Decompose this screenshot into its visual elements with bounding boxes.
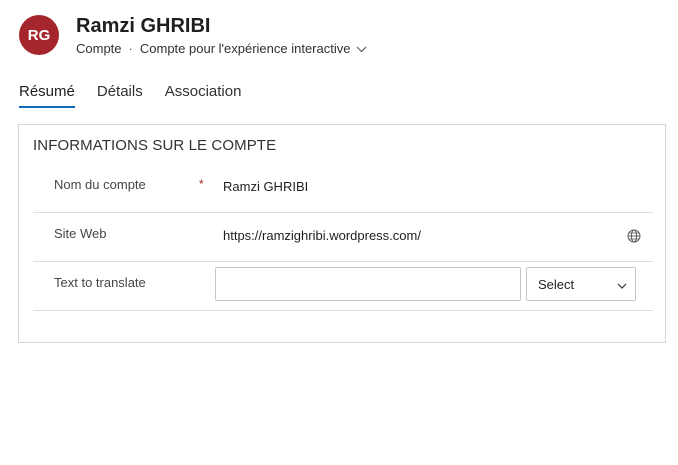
avatar: RG [19,15,59,55]
form-name: Compte pour l'expérience interactive [139,41,351,56]
record-page: RG Ramzi GHRIBI Compte · Compte pour l'e… [0,0,678,465]
tab-list: Résumé Détails Association [19,82,263,108]
record-header: RG Ramzi GHRIBI Compte · Compte pour l'e… [19,14,367,58]
tab-resume[interactable]: Résumé [19,82,75,108]
field-row-text-to-translate: Text to translate Select [33,263,653,311]
account-info-section: INFORMATIONS SUR LE COMPTE Nom du compte… [18,124,666,343]
language-select[interactable]: Select [526,267,636,301]
record-title: Ramzi GHRIBI [76,15,211,37]
field-label-text-to-translate: Text to translate [54,275,146,290]
separator: · [128,41,133,56]
section-title: INFORMATIONS SUR LE COMPTE [33,137,277,154]
chevron-down-icon[interactable] [356,46,367,53]
text-to-translate-input[interactable] [215,267,521,301]
account-name-value[interactable]: Ramzi GHRIBI [223,179,308,194]
field-row-account-name: Nom du compte * Ramzi GHRIBI [33,165,653,213]
tab-details[interactable]: Détails [97,82,143,108]
select-value: Select [538,276,575,292]
tab-association[interactable]: Association [165,82,242,108]
header-text: Ramzi GHRIBI Compte · Compte pour l'expé… [76,14,367,58]
required-indicator: * [199,177,204,191]
chevron-down-icon [617,277,627,292]
form-selector[interactable]: Compte · Compte pour l'expérience intera… [76,40,367,58]
field-row-website: Site Web https://ramzighribi.wordpress.c… [33,214,653,262]
field-label-account-name: Nom du compte [54,177,146,192]
website-value[interactable]: https://ramzighribi.wordpress.com/ [223,228,421,243]
entity-name: Compte [76,41,122,56]
field-label-website: Site Web [54,226,107,241]
globe-icon[interactable] [627,229,641,243]
